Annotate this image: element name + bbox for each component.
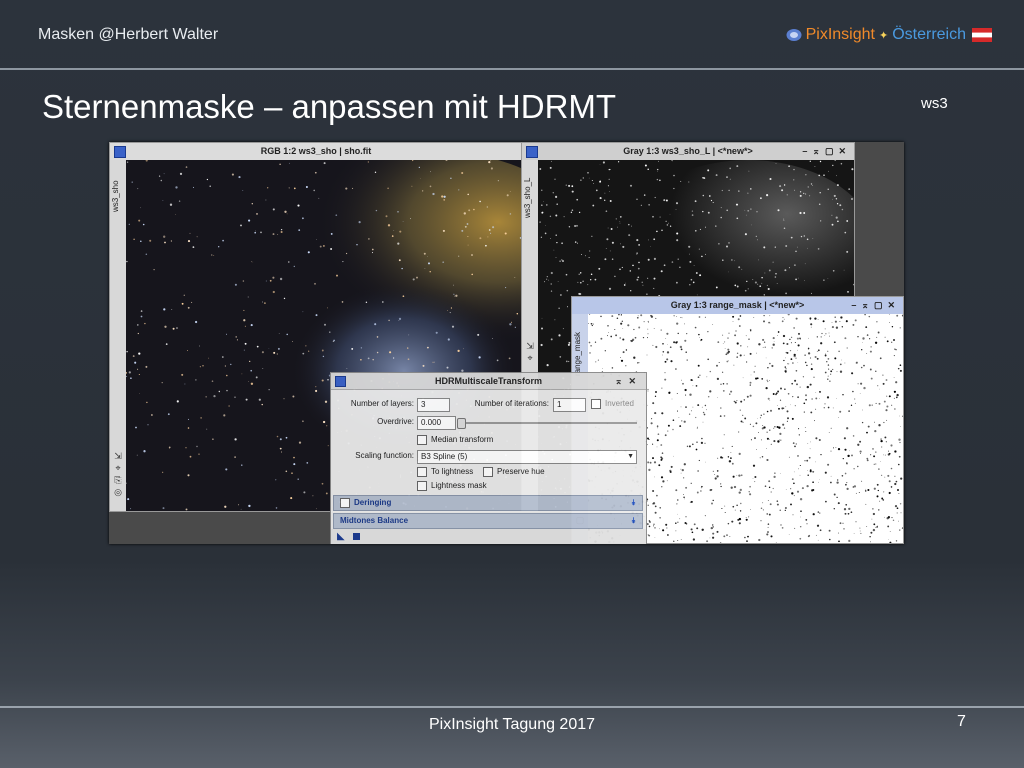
lightness-mask-checkbox[interactable] bbox=[417, 480, 427, 491]
dialog-controls[interactable]: ⌅✕ bbox=[615, 373, 642, 389]
deringing-checkbox[interactable] bbox=[340, 497, 350, 508]
rgb-window-titlebar[interactable]: RGB 1:2 ws3_sho | sho.fit bbox=[110, 143, 522, 160]
rgb-side-tab[interactable]: ws3_sho ⇲ ⌖ ⎘ ◎ bbox=[110, 160, 126, 511]
gray-l-titlebar[interactable]: Gray 1:3 ws3_sho_L | <*new*> –⌅▢✕ bbox=[522, 143, 854, 160]
iterations-input[interactable]: 1 bbox=[553, 398, 586, 412]
gray-l-side-label: ws3_sho_L bbox=[523, 177, 532, 219]
window-controls[interactable]: –⌅▢✕ bbox=[851, 297, 900, 314]
star-icon: ✦ bbox=[878, 29, 889, 42]
hdrmt-dialog[interactable]: HDRMultiscaleTransform ⌅✕ Number of laye… bbox=[330, 372, 647, 544]
chevron-down-icon: ▼ bbox=[627, 453, 634, 460]
deringing-section[interactable]: Deringing ⯯ bbox=[333, 495, 643, 511]
dialog-footer: ◣ bbox=[331, 529, 646, 544]
header-brand: PixInsight ✦ Österreich bbox=[786, 26, 992, 44]
to-lightness-checkbox[interactable] bbox=[417, 466, 427, 477]
process-icon bbox=[335, 376, 346, 387]
layers-input[interactable]: 3 bbox=[417, 398, 450, 412]
gray-l-window-title: Gray 1:3 ws3_sho_L | <*new*> bbox=[623, 146, 753, 156]
range-mask-titlebar[interactable]: Gray 1:3 range_mask | <*new*> –⌅▢✕ bbox=[572, 297, 903, 314]
footer-divider bbox=[0, 706, 1024, 708]
range-mask-window-title: Gray 1:3 range_mask | <*new*> bbox=[670, 300, 805, 310]
inverted-option[interactable]: Inverted bbox=[591, 397, 634, 411]
rgb-window-title: RGB 1:2 ws3_sho | sho.fit bbox=[260, 146, 372, 156]
hdrmt-title: HDRMultiscaleTransform bbox=[434, 376, 543, 386]
scaling-select[interactable]: B3 Spline (5) ▼ bbox=[417, 450, 637, 464]
median-option[interactable]: Median transform bbox=[417, 433, 493, 447]
inverted-label: Inverted bbox=[605, 399, 634, 408]
rgb-side-label: ws3_sho bbox=[111, 180, 120, 212]
deringing-label: Deringing bbox=[354, 498, 392, 507]
median-checkbox[interactable] bbox=[417, 434, 427, 445]
slide-title: Sternenmaske – anpassen mit HDRMT bbox=[42, 88, 617, 125]
gray-l-side-icons: ⇲ ⌖ bbox=[526, 341, 534, 363]
overdrive-slider-handle[interactable] bbox=[457, 418, 466, 429]
iterations-label: Number of iterations: bbox=[474, 399, 549, 408]
scaling-value: B3 Spline (5) bbox=[421, 452, 468, 461]
window-icon bbox=[526, 146, 538, 158]
region-text: Österreich bbox=[892, 26, 966, 43]
scaling-label: Scaling function: bbox=[355, 451, 414, 460]
inverted-checkbox[interactable] bbox=[591, 398, 601, 409]
header-left: Masken @Herbert Walter bbox=[38, 26, 219, 43]
lightness-mask-option[interactable]: Lightness mask bbox=[417, 479, 487, 493]
apply-icon[interactable] bbox=[353, 533, 360, 540]
rgb-side-icons: ⇲ ⌖ ⎘ ◎ bbox=[114, 451, 122, 497]
overdrive-input[interactable]: 0.000 bbox=[417, 416, 456, 430]
median-label: Median transform bbox=[431, 435, 494, 444]
layers-label: Number of layers: bbox=[350, 399, 414, 408]
preserve-hue-checkbox[interactable] bbox=[483, 466, 493, 477]
overdrive-label: Overdrive: bbox=[377, 417, 414, 426]
to-lightness-label: To lightness bbox=[431, 467, 474, 476]
expand-icon[interactable]: ⯯ bbox=[631, 514, 636, 528]
preserve-hue-option[interactable]: Preserve hue bbox=[483, 465, 545, 479]
midtones-label: Midtones Balance bbox=[340, 516, 409, 525]
to-lightness-option[interactable]: To lightness bbox=[417, 465, 473, 479]
window-icon bbox=[114, 146, 126, 158]
lightness-mask-label: Lightness mask bbox=[431, 481, 487, 490]
pixinsight-logo-icon bbox=[786, 29, 802, 41]
page-number: 7 bbox=[957, 713, 966, 730]
overdrive-slider[interactable] bbox=[459, 422, 637, 424]
slide-tag: ws3 bbox=[921, 95, 948, 112]
header-divider bbox=[0, 68, 1024, 70]
window-controls[interactable]: –⌅▢✕ bbox=[802, 143, 851, 160]
hdrmt-titlebar[interactable]: HDRMultiscaleTransform ⌅✕ bbox=[331, 373, 646, 390]
austria-flag-icon bbox=[972, 28, 992, 42]
expand-icon[interactable]: ⯯ bbox=[631, 496, 636, 510]
pixinsight-screenshot: RGB 1:2 ws3_sho | sho.fit ws3_sho ⇲ ⌖ ⎘ ◎ bbox=[109, 142, 904, 544]
brand-text: PixInsight bbox=[805, 26, 875, 43]
footer-text: PixInsight Tagung 2017 bbox=[428, 716, 596, 733]
midtones-section[interactable]: Midtones Balance ⯯ bbox=[333, 513, 643, 529]
new-instance-icon[interactable]: ◣ bbox=[337, 531, 345, 542]
preserve-hue-label: Preserve hue bbox=[497, 467, 545, 476]
